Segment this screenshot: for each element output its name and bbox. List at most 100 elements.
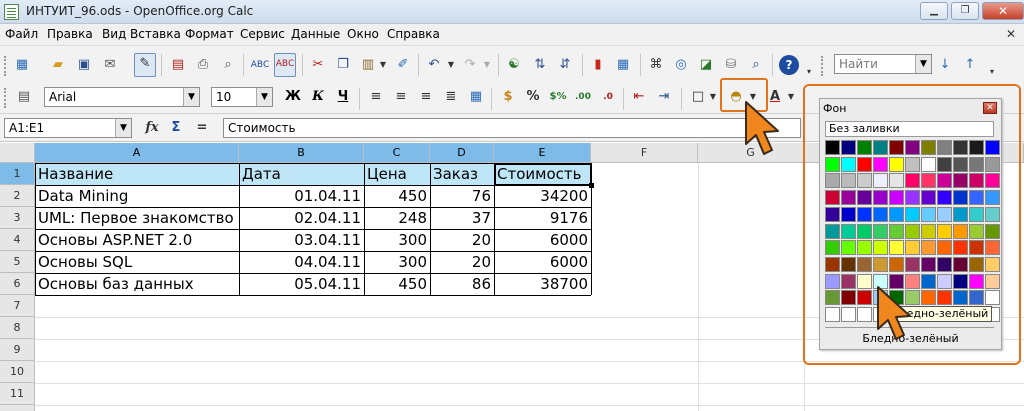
italic-button[interactable]: К — [308, 87, 328, 107]
close-document-button[interactable]: ✕ — [1006, 27, 1016, 41]
sum-icon[interactable]: Σ — [166, 118, 186, 138]
name-box-dropdown-icon[interactable]: ▼ — [115, 119, 131, 137]
cell[interactable]: 86 — [430, 273, 494, 295]
row-header[interactable]: 7 — [0, 295, 35, 317]
column-header[interactable]: B — [239, 143, 364, 163]
toolbar-overflow-icon[interactable]: ▾ — [804, 62, 814, 82]
cell[interactable]: 9176 — [494, 207, 591, 229]
maximize-button[interactable]: ❐ — [951, 2, 979, 20]
currency-format-icon[interactable]: $ — [498, 87, 518, 107]
row-header[interactable]: 1 — [0, 163, 35, 185]
sort-ascending-icon[interactable]: ⇅ — [530, 55, 550, 75]
percent-format-icon[interactable]: % — [523, 87, 543, 107]
cell[interactable]: Основы баз данных — [35, 273, 239, 295]
spellcheck-icon[interactable]: ABC — [250, 55, 270, 75]
add-decimal-icon[interactable]: .00 — [573, 87, 593, 107]
row-header[interactable]: 5 — [0, 251, 35, 273]
cell[interactable]: Название — [35, 163, 239, 185]
cell[interactable]: UML: Первое знакомство — [35, 207, 239, 229]
print-preview-icon[interactable]: ⌕ — [218, 55, 238, 75]
row-header[interactable]: 9 — [0, 339, 35, 361]
styles-formatting-icon[interactable]: ▤ — [14, 87, 34, 107]
font-size-select[interactable]: 10 ▼ — [211, 87, 273, 107]
delete-decimal-icon[interactable]: .0 — [598, 87, 618, 107]
paste-icon[interactable]: ▥ — [358, 55, 378, 75]
find-previous-icon[interactable]: ↑ — [960, 55, 980, 75]
cell[interactable]: Цена — [364, 163, 430, 185]
navigator-icon[interactable]: ◎ — [671, 55, 691, 75]
paste-dropdown-icon[interactable]: ▼ — [378, 55, 388, 75]
row-header[interactable]: 4 — [0, 229, 35, 251]
cell[interactable]: 300 — [364, 251, 430, 273]
function-wizard-icon[interactable]: fx — [142, 118, 162, 138]
minimize-button[interactable]: ▁ — [920, 2, 948, 20]
merge-cells-icon[interactable]: ▦ — [466, 87, 486, 107]
cell[interactable]: 20 — [430, 251, 494, 273]
undo-icon[interactable]: ↶ — [424, 55, 444, 75]
sort-descending-icon[interactable]: ⇵ — [555, 55, 575, 75]
borders-icon[interactable]: □ — [688, 87, 708, 107]
data-sources-icon[interactable]: ⛁ — [721, 55, 741, 75]
column-header[interactable]: D — [430, 143, 494, 163]
find-next-icon[interactable]: ↓ — [935, 55, 955, 75]
decrease-indent-icon[interactable]: ⇤ — [629, 87, 649, 107]
row-header[interactable]: 2 — [0, 185, 35, 207]
column-header[interactable]: F — [591, 143, 698, 163]
menu-file[interactable]: Файл — [5, 27, 38, 41]
align-right-icon[interactable]: ≡ — [416, 87, 436, 107]
pivot-table-icon[interactable]: ▦ — [613, 55, 633, 75]
row-header[interactable]: 10 — [0, 361, 35, 383]
cut-icon[interactable]: ✂ — [308, 55, 328, 75]
new-document-icon[interactable]: ▦ — [12, 55, 32, 75]
cell[interactable]: 450 — [364, 185, 430, 207]
find-toolbar-overflow-icon[interactable]: ▾ — [987, 62, 997, 82]
redo-icon[interactable]: ↷ — [460, 55, 480, 75]
font-size-dropdown-icon[interactable]: ▼ — [256, 88, 272, 106]
redo-dropdown-icon[interactable]: ▼ — [482, 55, 492, 75]
menu-format[interactable]: Формат — [185, 27, 234, 41]
cell[interactable]: 20 — [430, 229, 494, 251]
menu-tools[interactable]: Сервис — [240, 27, 285, 41]
cell[interactable]: Заказ — [430, 163, 494, 185]
cell[interactable]: 6000 — [494, 229, 591, 251]
undo-dropdown-icon[interactable]: ▼ — [446, 55, 456, 75]
edit-file-icon[interactable]: ✎ — [134, 53, 156, 77]
open-folder-icon[interactable]: ▰ — [48, 55, 68, 75]
select-all-corner[interactable] — [0, 143, 35, 163]
menu-help[interactable]: Справка — [387, 27, 440, 41]
name-box[interactable]: A1:E1 ▼ — [4, 118, 132, 138]
increase-indent-icon[interactable]: ⇥ — [654, 87, 674, 107]
standard-format-icon[interactable]: $% — [548, 87, 568, 107]
cell[interactable]: 03.04.11 — [239, 229, 364, 251]
cell[interactable]: 37 — [430, 207, 494, 229]
cell[interactable]: 05.04.11 — [239, 273, 364, 295]
cell[interactable]: 04.04.11 — [239, 251, 364, 273]
borders-dropdown-icon[interactable]: ▼ — [708, 87, 718, 107]
export-pdf-icon[interactable]: ▤ — [168, 55, 188, 75]
function-equals-icon[interactable]: = — [192, 118, 212, 138]
gallery-icon[interactable]: ◪ — [696, 55, 716, 75]
justify-icon[interactable]: ≣ — [441, 87, 461, 107]
row-header[interactable]: 6 — [0, 273, 35, 295]
help-icon[interactable]: ? — [779, 55, 799, 75]
cell[interactable]: 450 — [364, 273, 430, 295]
cell[interactable]: Основы ASP.NET 2.0 — [35, 229, 239, 251]
menu-data[interactable]: Данные — [291, 27, 340, 41]
save-icon[interactable]: ▣ — [74, 55, 94, 75]
auto-spellcheck-icon[interactable]: ABC — [274, 53, 296, 77]
cell[interactable]: 6000 — [494, 251, 591, 273]
align-center-icon[interactable]: ≡ — [391, 87, 411, 107]
row-header[interactable]: 3 — [0, 207, 35, 229]
underline-button[interactable]: Ч — [333, 87, 353, 107]
email-icon[interactable]: ✉ — [100, 55, 120, 75]
menu-edit[interactable]: Правка — [47, 27, 93, 41]
row-header[interactable]: 11 — [0, 383, 35, 405]
cell[interactable]: 300 — [364, 229, 430, 251]
cell[interactable]: 76 — [430, 185, 494, 207]
bold-button[interactable]: Ж — [283, 87, 303, 107]
formula-input[interactable]: Стоимость — [223, 118, 801, 138]
close-button[interactable]: ✕ — [982, 2, 1024, 20]
find-replace-icon[interactable]: ⌘ — [646, 55, 666, 75]
hyperlink-icon[interactable]: ☯ — [504, 55, 524, 75]
font-color-dropdown-icon[interactable]: ▼ — [786, 87, 796, 107]
